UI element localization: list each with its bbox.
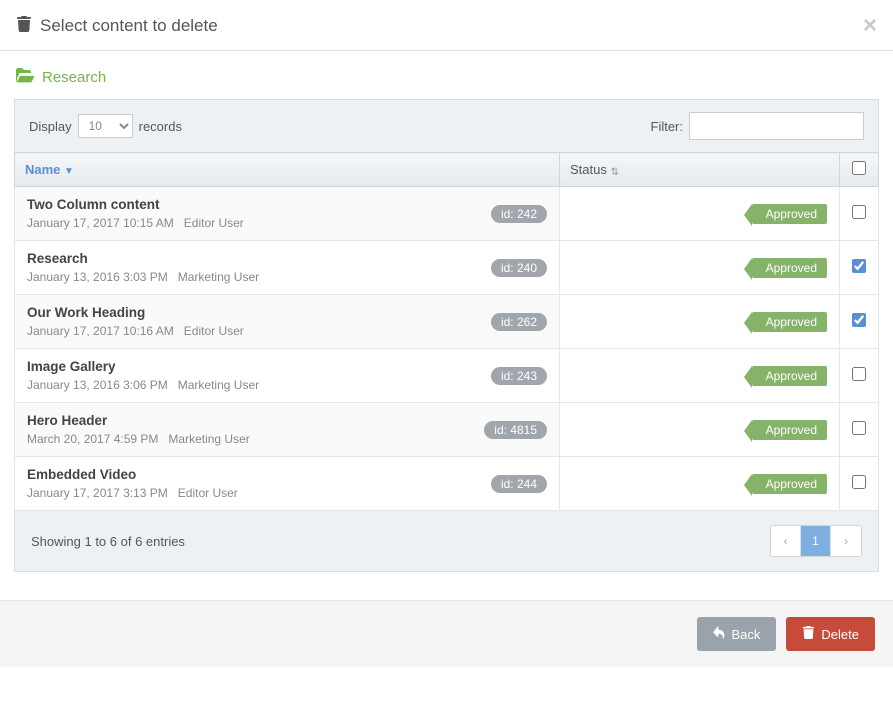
table-row: Research January 13, 2016 3:03 PM Marketi… [15, 241, 879, 295]
id-badge: id: 242 [491, 205, 547, 223]
status-badge: Approved [752, 204, 827, 224]
trash-icon [16, 16, 32, 37]
row-select-checkbox[interactable] [852, 205, 866, 219]
modal-title-wrap: Select content to delete [16, 16, 218, 37]
filter-label: Filter: [651, 119, 684, 134]
status-badge: Approved [752, 420, 827, 440]
row-meta: January 13, 2016 3:06 PM Marketing User [27, 378, 259, 392]
id-badge: id: 244 [491, 475, 547, 493]
trash-icon [802, 626, 815, 642]
filter-input[interactable] [689, 112, 864, 140]
sort-both-icon: ⇅ [610, 167, 618, 178]
column-header-name[interactable]: Name ▼ [15, 153, 560, 187]
back-button-label: Back [732, 627, 761, 642]
folder-open-icon [16, 67, 34, 87]
row-select-checkbox[interactable] [852, 475, 866, 489]
id-badge: id: 4815 [484, 421, 547, 439]
row-title: Research [27, 251, 259, 266]
id-badge: id: 240 [491, 259, 547, 277]
row-meta: January 17, 2017 10:15 AM Editor User [27, 216, 244, 230]
back-button[interactable]: Back [697, 617, 777, 651]
breadcrumb-folder[interactable]: Research [0, 51, 893, 95]
pager-page-1-button[interactable]: 1 [801, 526, 831, 556]
row-select-checkbox[interactable] [852, 259, 866, 273]
records-label: records [139, 119, 182, 134]
status-badge: Approved [752, 258, 827, 278]
sort-caret-down-icon: ▼ [64, 166, 74, 177]
row-select-checkbox[interactable] [852, 313, 866, 327]
status-badge: Approved [752, 312, 827, 332]
table-row: Embedded Video January 17, 2017 3:13 PM E… [15, 457, 879, 511]
select-all-checkbox[interactable] [852, 161, 866, 175]
table-footer: Showing 1 to 6 of 6 entries ‹ 1 › [14, 511, 879, 572]
modal-header: Select content to delete × [0, 0, 893, 51]
row-title: Our Work Heading [27, 305, 244, 320]
table-row: Two Column content January 17, 2017 10:15… [15, 187, 879, 241]
row-meta: January 17, 2017 10:16 AM Editor User [27, 324, 244, 338]
column-header-status[interactable]: Status ⇅ [560, 153, 840, 187]
content-table: Name ▼ Status ⇅ Two Column content Januar… [14, 152, 879, 511]
row-title: Embedded Video [27, 467, 238, 482]
table-row: Our Work Heading January 17, 2017 10:16 A… [15, 295, 879, 349]
delete-button-label: Delete [821, 627, 859, 642]
row-title: Hero Header [27, 413, 250, 428]
folder-name: Research [42, 69, 106, 86]
delete-content-modal: Select content to delete × Research Disp… [0, 0, 893, 667]
row-title: Two Column content [27, 197, 244, 212]
pager: ‹ 1 › [770, 525, 862, 557]
undo-icon [713, 626, 726, 642]
delete-button[interactable]: Delete [786, 617, 875, 651]
row-select-checkbox[interactable] [852, 421, 866, 435]
modal-title: Select content to delete [40, 16, 218, 36]
row-meta: January 17, 2017 3:13 PM Editor User [27, 486, 238, 500]
pager-next-button[interactable]: › [831, 526, 861, 556]
id-badge: id: 243 [491, 367, 547, 385]
row-meta: January 13, 2016 3:03 PM Marketing User [27, 270, 259, 284]
column-header-select [840, 153, 879, 187]
table-row: Image Gallery January 13, 2016 3:06 PM Ma… [15, 349, 879, 403]
status-badge: Approved [752, 366, 827, 386]
close-icon[interactable]: × [863, 14, 877, 38]
showing-text: Showing 1 to 6 of 6 entries [31, 534, 185, 549]
pager-prev-button[interactable]: ‹ [771, 526, 801, 556]
table-row: Hero Header March 20, 2017 4:59 PM Market… [15, 403, 879, 457]
display-label: Display [29, 119, 72, 134]
page-size-control: Display 102550100 records [29, 114, 182, 138]
column-header-status-label: Status [570, 162, 607, 177]
content-panel: Display 102550100 records Filter: Name ▼… [14, 99, 879, 572]
id-badge: id: 262 [491, 313, 547, 331]
page-size-select[interactable]: 102550100 [78, 114, 133, 138]
row-title: Image Gallery [27, 359, 259, 374]
modal-footer: Back Delete [0, 600, 893, 667]
filter-control: Filter: [651, 112, 865, 140]
status-badge: Approved [752, 474, 827, 494]
row-select-checkbox[interactable] [852, 367, 866, 381]
table-controls: Display 102550100 records Filter: [14, 99, 879, 152]
column-header-name-label: Name [25, 162, 60, 177]
row-meta: March 20, 2017 4:59 PM Marketing User [27, 432, 250, 446]
